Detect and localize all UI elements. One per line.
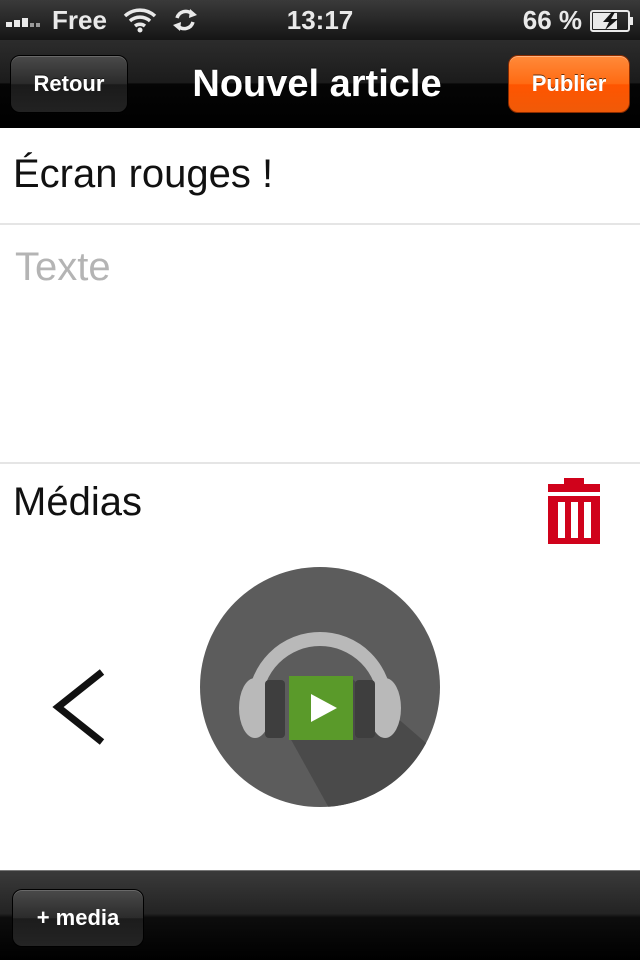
status-bar: Free 13:17 66 % (0, 0, 640, 40)
bottom-toolbar: + media (0, 870, 640, 960)
publish-button[interactable]: Publier (508, 55, 630, 113)
battery-charging-icon (590, 9, 633, 32)
article-title-value[interactable]: Écran rouges ! (13, 152, 273, 197)
audio-video-thumbnail[interactable] (199, 566, 441, 808)
article-text-field[interactable]: Texte (0, 227, 640, 464)
page-title: Nouvel article (192, 62, 442, 105)
status-right: 66 % (523, 5, 634, 36)
chevron-left-icon[interactable] (50, 666, 110, 748)
media-heading: Médias (13, 480, 142, 524)
battery-percent: 66 % (522, 5, 582, 35)
navigation-bar: Retour Nouvel article Publier (0, 40, 640, 128)
media-section: Médias (0, 466, 640, 870)
article-text-placeholder[interactable]: Texte (15, 245, 111, 290)
article-title-field[interactable]: Écran rouges ! (0, 130, 640, 225)
add-media-button[interactable]: + media (12, 889, 144, 947)
back-button[interactable]: Retour (10, 55, 128, 113)
trash-icon[interactable] (546, 476, 602, 544)
